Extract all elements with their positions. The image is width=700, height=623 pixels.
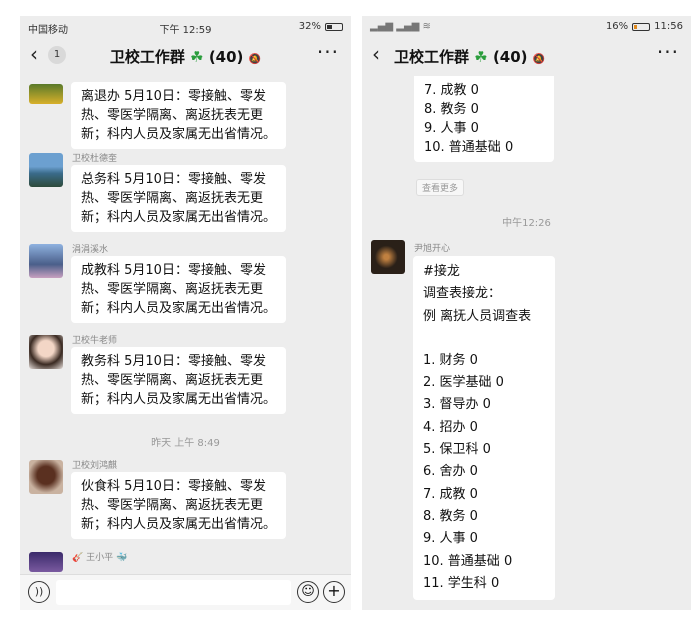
sender-name: 尹旭开心 xyxy=(414,244,451,254)
message-line: 总务科 5月10日：零接触、零发 xyxy=(81,172,266,187)
message-bubble[interactable]: 教务科 5月10日：零接触、零发 热、零医学隔离、离返抚表无更 新；科内人员及家… xyxy=(71,347,287,414)
status-bar: ▂▄▆ ▂▄▆ ≋ 16% 11:56 xyxy=(362,16,691,38)
message-line: 6. 舍办 0 xyxy=(423,464,478,480)
sender-name: 涓涓溪水 xyxy=(72,245,109,255)
battery-area: 16% 11:56 xyxy=(606,21,683,32)
back-icon[interactable]: ‹ xyxy=(372,42,380,66)
message-line: 热、零医学隔离、离返抚表无更 xyxy=(81,373,264,388)
voice-icon[interactable]: )) xyxy=(28,581,50,603)
message-bubble[interactable]: 总务科 5月10日：零接触、零发 热、零医学隔离、离返抚表无更 新；科内人员及家… xyxy=(71,165,287,232)
avatar[interactable] xyxy=(29,153,63,187)
message-line: 热、零医学隔离、离返抚表无更 xyxy=(81,282,264,297)
status-bar: 中国移动 下午 12:59 32% xyxy=(20,16,351,38)
chat-header: ‹ 1 卫校工作群 ☘ (40) 🔕 ··· xyxy=(20,38,351,72)
group-name: 卫校工作群 xyxy=(394,48,470,66)
message-line: 4. 招办 0 xyxy=(423,419,478,435)
clock: 11:56 xyxy=(654,21,683,32)
mute-icon: 🔕 xyxy=(532,54,546,65)
message-bubble[interactable]: 成教科 5月10日：零接触、零发 热、零医学隔离、离返抚表无更 新；科内人员及家… xyxy=(71,256,287,323)
message-line: 热、零医学隔离、离返抚表无更 xyxy=(81,498,264,513)
battery-icon xyxy=(325,22,343,31)
message-line: #接龙 xyxy=(423,264,460,279)
plus-icon[interactable]: + xyxy=(323,581,345,603)
avatar[interactable] xyxy=(29,552,63,572)
battery-percent: 16% xyxy=(605,21,629,32)
message-line: 伙食科 5月10日：零接触、零发 xyxy=(81,479,266,494)
avatar[interactable] xyxy=(29,460,63,494)
sender-name: 卫校牛老师 xyxy=(72,336,118,346)
time-divider: 中午12:26 xyxy=(502,218,551,229)
chat-header: ‹ 卫校工作群 ☘ (40) 🔕 ··· xyxy=(362,38,691,72)
right-chat-screen: ▂▄▆ ▂▄▆ ≋ 16% 11:56 ‹ 卫校工作群 ☘ (40) 🔕 ···… xyxy=(362,16,691,610)
message-line: 成教科 5月10日：零接触、零发 xyxy=(81,263,266,278)
message-line: 新；科内人员及家属无出省情况。 xyxy=(81,210,277,225)
clover-icon: ☘ xyxy=(190,48,204,66)
battery-area: 32% xyxy=(299,21,343,32)
message-line: 例 离抚人员调查表 xyxy=(423,308,532,324)
member-count: (40) xyxy=(208,48,244,66)
time-divider: 昨天 上午 8:49 xyxy=(151,438,220,449)
message-bubble[interactable]: 离退办 5月10日：零接触、零发 热、零医学隔离、离返抚表无更 新；科内人员及家… xyxy=(71,82,287,149)
message-line: 热、零医学隔离、离返抚表无更 xyxy=(81,108,264,123)
clover-icon: ☘ xyxy=(474,48,488,66)
message-line: 7. 成教 0 xyxy=(424,83,479,98)
chat-title: 卫校工作群 ☘ (40) 🔕 xyxy=(20,46,351,67)
message-line: 2. 医学基础 0 xyxy=(423,375,504,391)
input-bar: )) ☺ + xyxy=(20,574,351,610)
message-bubble[interactable]: #接龙 调查表接龙： 例 离抚人员调查表 1. 财务 0 2. 医学基础 0 3… xyxy=(413,256,555,601)
emoji-icon[interactable]: ☺ xyxy=(297,581,319,603)
mute-icon: 🔕 xyxy=(248,54,262,65)
message-line: 离退办 5月10日：零接触、零发 xyxy=(81,89,266,104)
message-line: 调查表接龙： xyxy=(423,286,502,302)
message-line: 9. 人事 0 xyxy=(424,121,479,136)
message-line: 1. 财务 0 xyxy=(423,352,478,368)
avatar[interactable] xyxy=(29,244,63,278)
more-icon[interactable]: ··· xyxy=(657,40,679,64)
message-bubble[interactable]: 7. 成教 0 8. 教务 0 9. 人事 0 10. 普通基础 0 xyxy=(414,76,554,162)
sender-name: 卫校刘鸿麒 xyxy=(72,461,118,471)
message-line: 3. 督导办 0 xyxy=(423,397,491,413)
message-line xyxy=(423,328,545,350)
battery-percent: 32% xyxy=(298,21,321,32)
left-chat-screen: 中国移动 下午 12:59 32% ‹ 1 卫校工作群 ☘ (40) 🔕 ···… xyxy=(20,16,351,610)
signal-icon: ▂▄▆ ▂▄▆ ≋ xyxy=(370,21,431,32)
avatar[interactable] xyxy=(29,84,63,104)
view-more-button[interactable]: 查看更多 xyxy=(416,179,465,196)
message-bubble[interactable]: 伙食科 5月10日：零接触、零发 热、零医学隔离、离返抚表无更 新；科内人员及家… xyxy=(71,472,287,539)
message-line: 9. 人事 0 xyxy=(423,531,478,547)
message-line: 10. 普通基础 0 xyxy=(424,140,514,155)
message-line: 热、零医学隔离、离返抚表无更 xyxy=(81,191,264,206)
chat-title: 卫校工作群 ☘ (40) 🔕 xyxy=(394,46,691,67)
more-icon[interactable]: ··· xyxy=(317,40,339,64)
group-name: 卫校工作群 xyxy=(109,48,185,66)
message-line: 新；科内人员及家属无出省情况。 xyxy=(81,301,277,316)
message-line: 新；科内人员及家属无出省情况。 xyxy=(81,392,277,407)
message-line: 7. 成教 0 xyxy=(423,486,478,502)
message-line: 5. 保卫科 0 xyxy=(423,442,491,458)
message-line: 教务科 5月10日：零接触、零发 xyxy=(81,354,266,369)
sender-name: 卫校杜德奎 xyxy=(72,154,118,164)
member-count: (40) xyxy=(492,48,528,66)
sender-label: 王小平 xyxy=(86,553,114,563)
message-line: 11. 学生科 0 xyxy=(423,575,500,591)
battery-icon xyxy=(632,22,651,31)
avatar[interactable] xyxy=(29,335,63,369)
message-line: 新；科内人员及家属无出省情况。 xyxy=(81,517,277,532)
message-input[interactable] xyxy=(56,580,291,605)
sender-name: 🎸 王小平 🐳 xyxy=(72,553,128,563)
message-line: 10. 普通基础 0 xyxy=(423,553,513,569)
avatar[interactable] xyxy=(371,240,405,274)
message-line: 新；科内人员及家属无出省情况。 xyxy=(81,127,277,142)
message-line: 8. 教务 0 xyxy=(423,508,478,524)
message-line: 8. 教务 0 xyxy=(424,102,479,117)
